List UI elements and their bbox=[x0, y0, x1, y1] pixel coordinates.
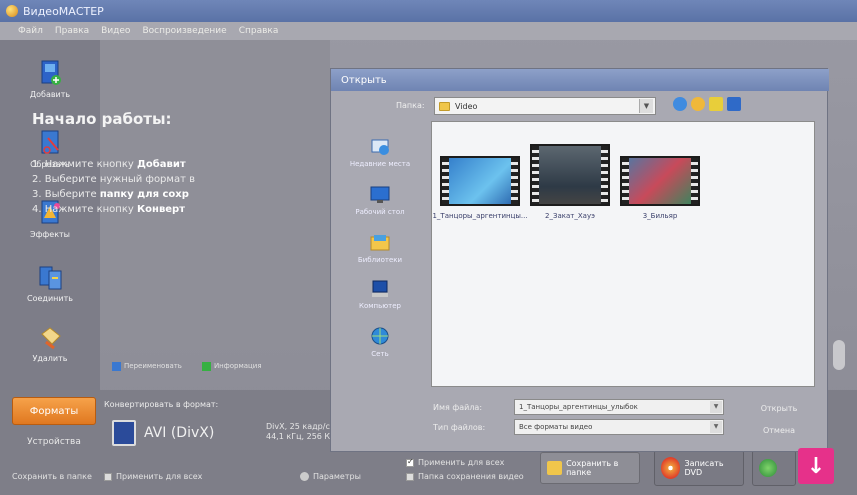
dvd-disc-icon bbox=[661, 457, 681, 479]
delete-icon bbox=[41, 326, 61, 349]
menu-help[interactable]: Справка bbox=[239, 26, 279, 36]
start-title: Начало работы: bbox=[32, 110, 172, 128]
place-network[interactable]: Сеть bbox=[337, 319, 423, 365]
step-1: 1. Нажмите кнопку Добавит bbox=[32, 159, 186, 170]
lookin-dropdown[interactable]: Video ▼ bbox=[434, 97, 656, 115]
recent-places-icon bbox=[371, 139, 389, 155]
open-button[interactable]: Открыть bbox=[741, 399, 817, 417]
chevron-down-icon[interactable]: ▼ bbox=[710, 421, 722, 433]
desktop-icon bbox=[370, 186, 390, 203]
steps-list: 1. Нажмите кнопку Добавит 2. Выберите ну… bbox=[32, 157, 195, 217]
file-item[interactable]: 3_Бильяр bbox=[620, 156, 700, 220]
file-name: 2_Закат_Хауэ bbox=[545, 212, 595, 220]
video-thumbnail bbox=[620, 156, 700, 206]
formats-tab[interactable]: Форматы bbox=[12, 397, 96, 425]
file-name: 1_Танцоры_аргентинцы... bbox=[432, 212, 528, 220]
menu-bar: Файл Правка Видео Воспроизведение Справк… bbox=[0, 22, 857, 40]
menu-video[interactable]: Видео bbox=[101, 26, 130, 36]
place-desktop[interactable]: Рабочий стол bbox=[337, 177, 423, 223]
menu-file[interactable]: Файл bbox=[18, 26, 43, 36]
info-icon bbox=[201, 361, 211, 371]
filename-label: Имя файла: bbox=[433, 403, 483, 412]
convert-icon bbox=[759, 459, 777, 477]
open-file-dialog: Открыть Папка: Video ▼ Недавние места Ра… bbox=[330, 68, 829, 452]
view-menu-icon[interactable] bbox=[727, 97, 741, 111]
apply-all-checked-box[interactable] bbox=[406, 457, 414, 467]
join-label: Соединить bbox=[27, 293, 73, 303]
folder-icon bbox=[439, 101, 450, 111]
scroll-handle[interactable] bbox=[833, 340, 845, 370]
new-folder-icon[interactable] bbox=[709, 97, 723, 111]
rename-link[interactable]: Переименовать bbox=[112, 361, 182, 371]
filename-input[interactable]: 1_Танцоры_аргентинцы_улыбок ▼ bbox=[514, 399, 724, 415]
place-computer[interactable]: Компьютер bbox=[337, 271, 423, 317]
delete-label: Удалить bbox=[32, 353, 68, 363]
dialog-title: Открыть bbox=[331, 69, 829, 91]
filetype-dropdown[interactable]: Все форматы видео ▼ bbox=[514, 419, 724, 435]
cancel-button[interactable]: Отмена bbox=[741, 421, 817, 439]
place-recent[interactable]: Недавние места bbox=[337, 129, 423, 175]
filetype-label: Тип файлов: bbox=[433, 423, 486, 432]
convert-button[interactable] bbox=[752, 450, 796, 486]
add-film-icon bbox=[41, 60, 61, 85]
apply-all-box[interactable] bbox=[104, 472, 112, 481]
file-name: 3_Бильяр bbox=[642, 212, 678, 220]
avi-format-label: AVI (DivX) bbox=[144, 425, 215, 441]
main-link-row: Переименовать Информация bbox=[100, 355, 330, 377]
gear-icon bbox=[300, 472, 309, 481]
add-button[interactable]: Добавить bbox=[0, 48, 100, 108]
video-thumbnail bbox=[530, 144, 610, 206]
folder-icon bbox=[547, 461, 563, 475]
download-arrow-icon[interactable]: ↓ bbox=[798, 448, 834, 484]
add-label: Добавить bbox=[29, 89, 71, 99]
app-logo-icon bbox=[6, 5, 18, 17]
file-list: 1_Танцоры_аргентинцы... 2_Закат_Хауэ 3_Б… bbox=[431, 121, 815, 387]
save-folder-button[interactable]: Сохранить в папке bbox=[540, 452, 640, 484]
file-item[interactable]: 1_Танцоры_аргентинцы... bbox=[432, 156, 528, 220]
step-4: 4. Нажмите кнопку Конверт bbox=[32, 204, 186, 215]
lookin-value: Video bbox=[455, 101, 478, 111]
window-title: ВидеоМАСТЕР bbox=[23, 4, 104, 18]
delete-button[interactable]: Удалить bbox=[0, 312, 100, 372]
rename-icon bbox=[112, 361, 121, 371]
menu-edit[interactable]: Правка bbox=[55, 26, 89, 36]
chevron-down-icon[interactable]: ▼ bbox=[710, 401, 722, 413]
places-bar: Недавние места Рабочий стол Библиотеки К… bbox=[337, 119, 423, 409]
chevron-down-icon[interactable]: ▼ bbox=[639, 99, 653, 113]
open-folder-checkbox[interactable]: Папка сохранения видео bbox=[406, 472, 524, 481]
step-3: 3. Выберите папку для сохр bbox=[32, 189, 189, 200]
file-item[interactable]: 2_Закат_Хауэ bbox=[530, 144, 610, 220]
join-button[interactable]: Соединить bbox=[0, 252, 100, 312]
up-folder-icon[interactable] bbox=[691, 97, 705, 111]
conversion-label: Конвертировать в формат: bbox=[104, 400, 219, 409]
save-folder-label: Сохранить в папке bbox=[12, 472, 92, 481]
lookin-label: Папка: bbox=[396, 101, 425, 110]
back-icon[interactable] bbox=[673, 97, 687, 111]
computer-icon bbox=[372, 280, 388, 297]
title-bar: ВидеоМАСТЕР bbox=[0, 0, 857, 22]
params-button[interactable]: Параметры bbox=[300, 472, 361, 481]
video-thumbnail bbox=[440, 156, 520, 206]
format-selector[interactable]: AVI (DivX) bbox=[112, 418, 272, 448]
place-libraries[interactable]: Библиотеки bbox=[337, 225, 423, 271]
effects-label: Эффекты bbox=[30, 229, 70, 239]
dialog-toolbar bbox=[673, 97, 741, 111]
join-icon bbox=[39, 266, 62, 289]
devices-tab[interactable]: Устройства bbox=[12, 432, 96, 452]
apply-all-checkbox-2[interactable]: Применить для всех bbox=[406, 457, 504, 467]
cut-icon bbox=[41, 130, 59, 154]
info-link[interactable]: Информация bbox=[201, 361, 262, 371]
app-window: ВидеоМАСТЕР Файл Правка Видео Воспроизве… bbox=[0, 0, 857, 495]
step-2: 2. Выберите нужный формат в bbox=[32, 174, 195, 185]
network-icon bbox=[371, 327, 389, 344]
menu-playback[interactable]: Воспроизведение bbox=[142, 26, 226, 36]
avi-format-icon bbox=[112, 420, 136, 446]
apply-all-checkbox[interactable]: Применить для всех bbox=[104, 472, 202, 481]
burn-dvd-button[interactable]: Записать DVD bbox=[654, 450, 744, 486]
libraries-icon bbox=[370, 234, 390, 250]
open-folder-box[interactable] bbox=[406, 472, 414, 481]
